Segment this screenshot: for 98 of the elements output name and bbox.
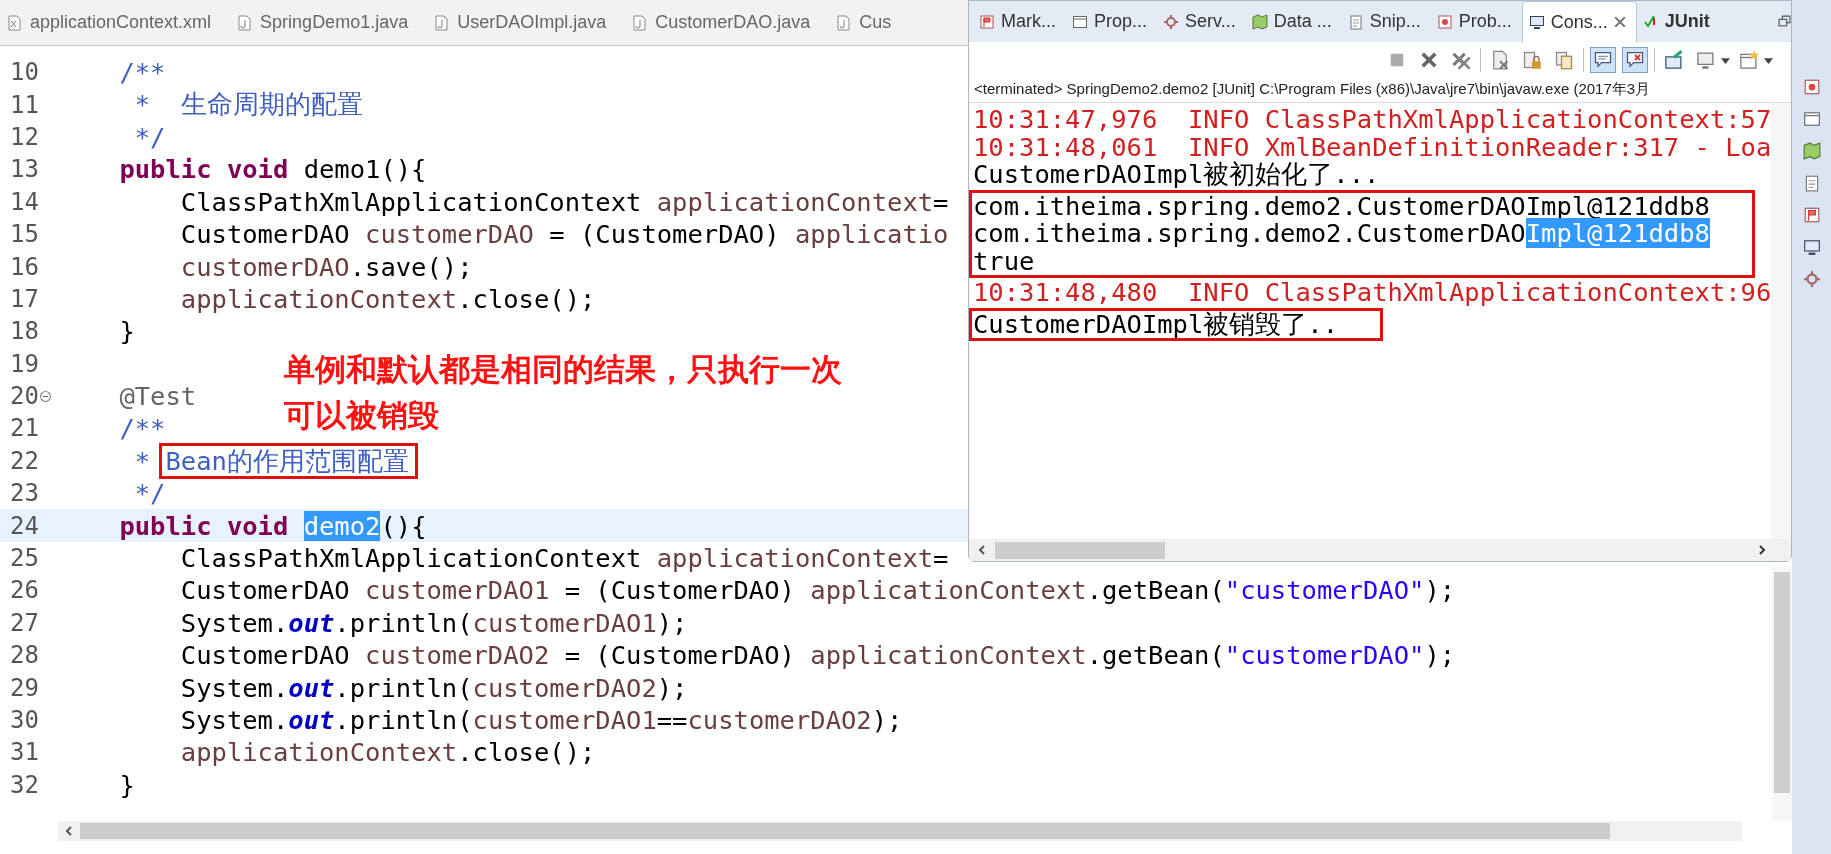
file-icon	[631, 14, 648, 31]
chevron-left-icon[interactable]	[64, 826, 74, 836]
view-tab[interactable]: Serv...	[1157, 1, 1246, 42]
code-line: System.out.println(customerDAO1);	[179, 607, 688, 638]
console-line: 10:31:48,480 INFO ClassPathXmlApplicationContext:96	[973, 279, 1772, 307]
editor-tab[interactable]: CustomerDAO.java	[629, 0, 834, 45]
view-tab[interactable]: Cons...	[1521, 1, 1637, 42]
editor-tab[interactable]: applicationContext.xml	[4, 0, 235, 45]
map-icon	[1251, 13, 1268, 30]
chevron-right-icon[interactable]	[1757, 545, 1767, 555]
line-number: 16	[9, 252, 39, 281]
line-number: 25	[9, 544, 39, 573]
line-number: 11	[9, 90, 39, 119]
view-tab[interactable]: Prob...	[1430, 1, 1522, 42]
annotation-text: 单例和默认都是相同的结果，只执行一次	[284, 350, 842, 389]
view-tab[interactable]: Data ...	[1245, 1, 1342, 42]
line-number: 12	[9, 122, 39, 151]
code-line: System.out.println(customerDAO2);	[179, 672, 688, 703]
code-line: * 生命周期的配置	[133, 88, 363, 122]
flag-icon[interactable]	[1802, 206, 1821, 224]
flag-icon	[979, 13, 995, 30]
code-line: }	[118, 769, 135, 800]
view-tab[interactable]: Prop...	[1066, 1, 1158, 42]
view-tab[interactable]: Mark...	[973, 1, 1066, 42]
code-line: @Test	[118, 381, 197, 412]
file-icon	[6, 14, 22, 31]
horizontal-scrollbar[interactable]	[58, 821, 1742, 841]
view-tab[interactable]: JUnit	[1636, 1, 1720, 42]
line-number: 22	[9, 446, 39, 475]
code-line: ClassPathXmlApplicationContext applicationContext=	[179, 543, 949, 574]
vertical-scrollbar[interactable]	[1771, 103, 1791, 539]
line-number: 32	[9, 770, 39, 799]
close-icon[interactable]	[1613, 16, 1626, 28]
vertical-scrollbar[interactable]	[1772, 566, 1792, 821]
code-line: customerDAO.save();	[179, 251, 473, 282]
line-number: 28	[9, 641, 39, 670]
speech-bubble-icon[interactable]	[1590, 47, 1616, 73]
line-number: 18	[9, 317, 39, 346]
code-line: /**	[118, 57, 166, 88]
console-line: com.itheima.spring.demo2.CustomerDAOImpl@121ddb8	[973, 220, 1710, 248]
line-number: 29	[9, 673, 39, 702]
code-line: */	[133, 478, 166, 509]
line-number: 15	[9, 220, 39, 249]
console-line: 10:31:47,976 INFO ClassPathXmlApplicationContext:57	[973, 106, 1772, 134]
view-tab[interactable]: Snip...	[1341, 1, 1431, 42]
monitor-icon	[1528, 14, 1545, 30]
editor-tab[interactable]: UserDAOImpl.java	[431, 0, 630, 45]
code-line: applicationContext.close();	[179, 737, 596, 768]
editor-tab[interactable]: SpringDemo1.java	[234, 0, 432, 45]
monitor-icon[interactable]	[1802, 238, 1821, 256]
line-number: 26	[9, 576, 39, 605]
code-line: CustomerDAO customerDAO2 = (CustomerDAO) applicationContext.getBean("customerDAO");	[179, 640, 1456, 671]
line-number: 31	[9, 738, 39, 767]
code-text: *	[133, 445, 152, 476]
collapse-icon[interactable]	[39, 390, 51, 402]
line-number: 24	[9, 511, 39, 540]
code-line: CustomerDAO customerDAO1 = (CustomerDAO) applicationContext.getBean("customerDAO");	[179, 575, 1456, 606]
line-number: 21	[9, 414, 39, 443]
line-number: 14	[9, 187, 39, 216]
code-line: public void demo2(){	[118, 510, 427, 541]
line-number: 30	[9, 706, 39, 734]
file-icon	[236, 14, 253, 31]
line-number: 27	[9, 608, 39, 637]
restore-icon[interactable]	[1778, 15, 1791, 28]
code-line: /**	[118, 413, 166, 444]
console-line: true	[973, 247, 1035, 275]
code-line: CustomerDAO customerDAO = (CustomerDAO) applicatio	[179, 219, 949, 250]
code-line: System.out.println(customerDAO1==customerDAO2);	[179, 705, 903, 735]
line-number: 10	[9, 58, 39, 87]
chevron-left-icon[interactable]	[977, 545, 987, 555]
console-line: 10:31:48,061 INFO XmlBeanDefinitionReader:317 - Loa	[973, 133, 1772, 161]
clipboard-icon	[1347, 13, 1364, 30]
window-icon[interactable]	[1802, 110, 1821, 128]
code-line: ClassPathXmlApplicationContext applicationContext=	[179, 186, 949, 217]
editor-tab[interactable]: Cus	[833, 0, 915, 45]
console-line: CustomerDAOImpl被初始化了...	[973, 161, 1381, 189]
window-icon	[1072, 13, 1088, 30]
line-number: 20	[9, 382, 39, 411]
code-line: */	[133, 121, 166, 152]
code-line: public void demo1(){	[118, 154, 427, 185]
console-header: <terminated> SpringDemo2.demo2 [JUnit] C:\Program Files (x86)\Java\jre7\bin\javaw.exe (2017年3月	[973, 79, 1652, 99]
line-number: 23	[9, 479, 39, 508]
file-icon	[433, 14, 450, 31]
caret-icon[interactable]	[1721, 55, 1730, 65]
console-line: CustomerDAOImpl被销毁了..	[973, 310, 1338, 338]
map-icon[interactable]	[1802, 142, 1821, 160]
line-number: 17	[9, 284, 39, 313]
boxed-comment: Bean的作用范围配置	[159, 442, 418, 479]
line-number: 19	[9, 349, 39, 378]
file-icon	[835, 14, 852, 31]
console-line: com.itheima.spring.demo2.CustomerDAOImpl@121ddb8	[973, 192, 1710, 220]
line-number: 13	[9, 155, 39, 184]
code-line: applicationContext.close();	[179, 283, 596, 314]
caret-icon[interactable]	[1764, 55, 1773, 65]
speech-bubble-icon[interactable]	[1622, 47, 1648, 73]
code-line: }	[118, 316, 135, 347]
annotation-text: 可以被销毁	[284, 396, 440, 435]
horizontal-scrollbar[interactable]	[969, 539, 1791, 561]
